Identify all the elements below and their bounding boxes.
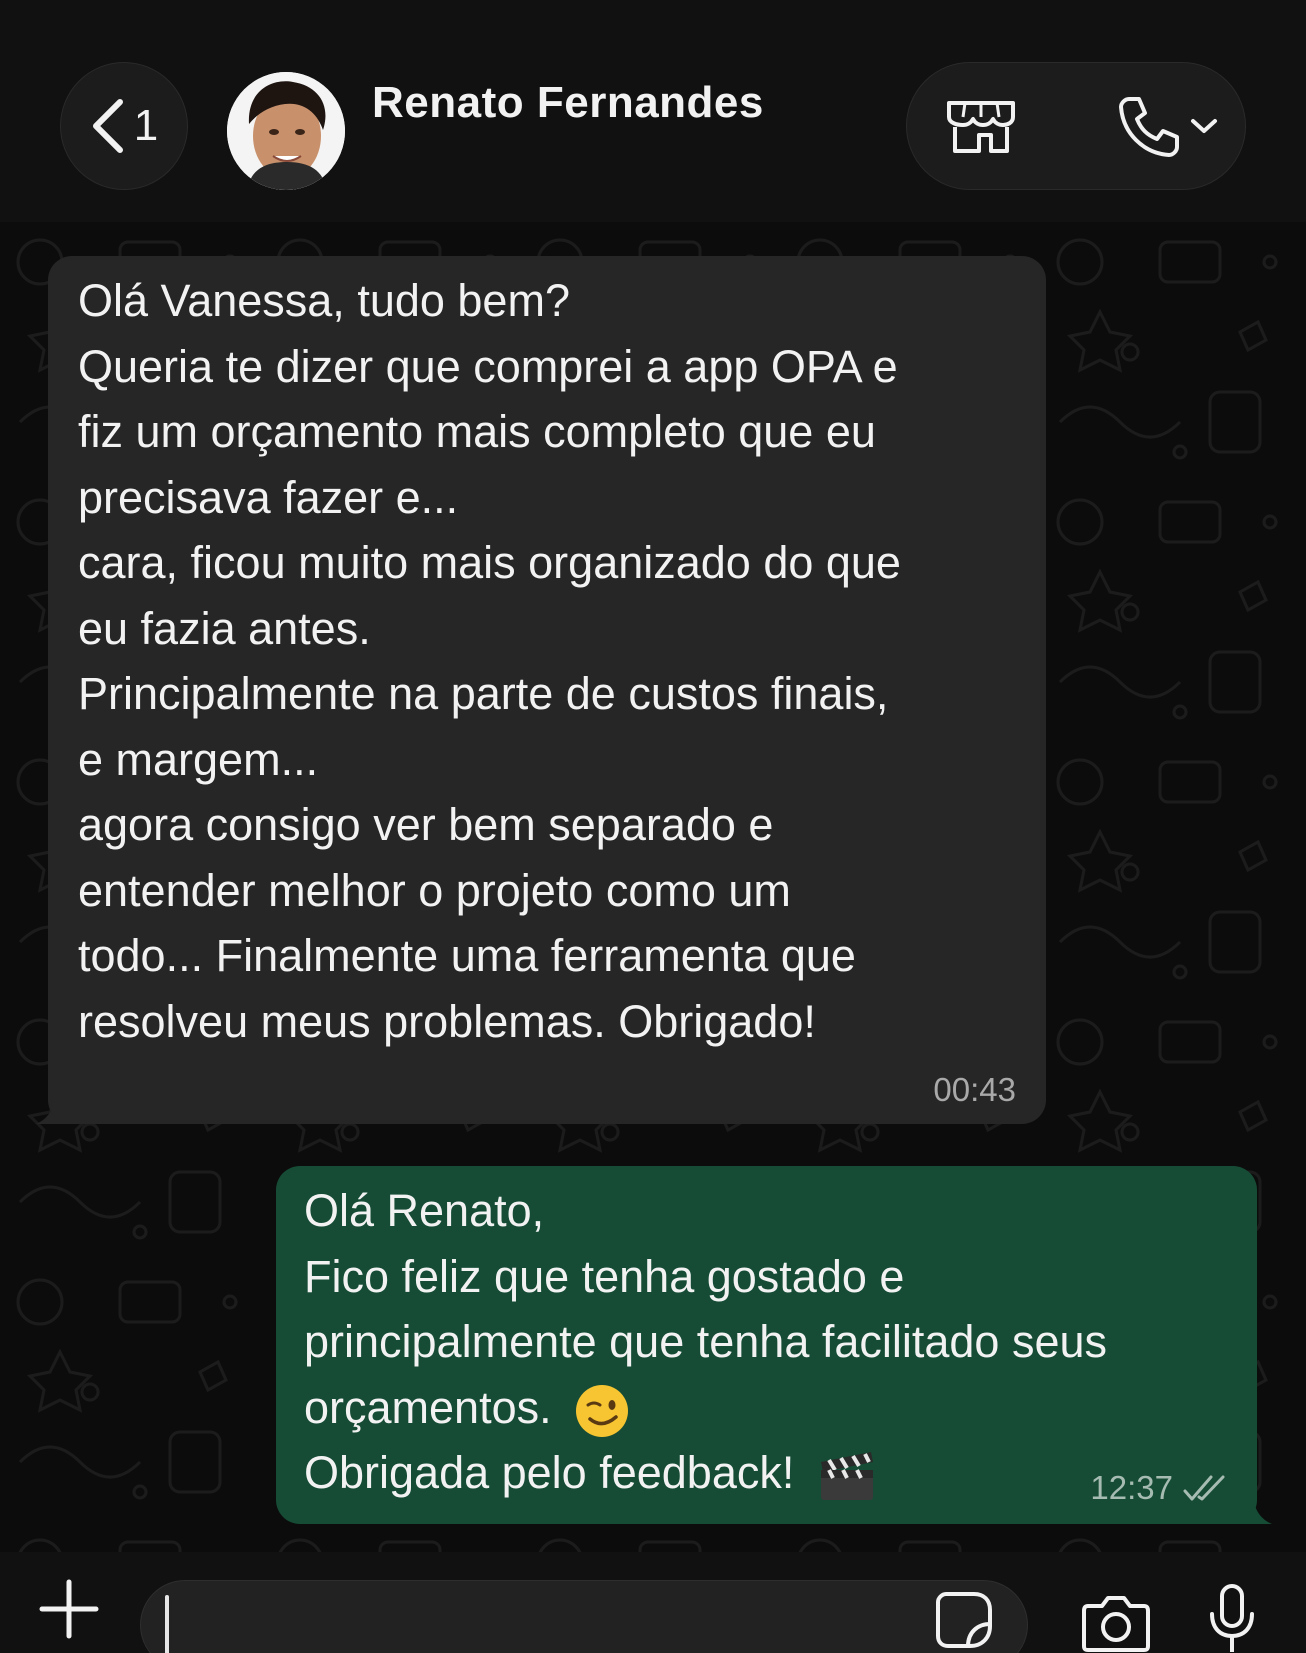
chevron-down-icon[interactable]: [1189, 116, 1219, 136]
phone-icon: [1119, 97, 1179, 157]
avatar-photo: [227, 72, 345, 190]
message-line: resolveu meus problemas. Obrigado!: [78, 995, 816, 1047]
message-line: orçamentos.: [304, 1381, 552, 1433]
message-line: cara, ficou muito mais organizado do que: [78, 537, 901, 588]
chat-screen: 1 Renato Fernandes Olá Vanessa, tudo bem…: [0, 0, 1306, 1653]
message-line-with-emoji: Obrigada pelo feedback!: [304, 1440, 1227, 1506]
message-bubble-incoming[interactable]: Olá Vanessa, tudo bem? Queria te dizer q…: [48, 256, 1046, 1124]
message-line: todo... Finalmente uma ferramenta que: [78, 930, 856, 981]
message-line-with-emoji: orçamentos.: [304, 1375, 1227, 1441]
back-button[interactable]: 1: [60, 62, 188, 190]
message-timestamp: 12:37: [1090, 1469, 1173, 1506]
avatar[interactable]: [227, 72, 345, 190]
message-line: fiz um orçamento mais completo que eu: [78, 406, 876, 457]
message-line: Fico feliz que tenha gostado e: [304, 1250, 905, 1302]
sticker-icon[interactable]: [934, 1590, 994, 1650]
message-line: Olá Vanessa, tudo bem?: [78, 275, 570, 326]
camera-icon[interactable]: [1080, 1592, 1152, 1652]
chat-header: 1 Renato Fernandes: [0, 0, 1306, 222]
message-line: agora consigo ver bem separado e: [78, 799, 774, 850]
header-actions: [906, 62, 1246, 190]
message-line: e margem...: [78, 733, 319, 785]
plus-icon[interactable]: [36, 1576, 102, 1642]
message-bubble-outgoing[interactable]: Olá Renato, Fico feliz que tenha gostado…: [276, 1166, 1257, 1524]
message-timestamp: 00:43: [933, 1071, 1016, 1108]
store-button[interactable]: [945, 93, 1017, 159]
clapper-board-emoji: [820, 1452, 873, 1501]
storefront-icon: [947, 101, 1015, 153]
message-line: precisava fazer e...: [78, 471, 459, 523]
chevron-left-icon: [92, 99, 123, 153]
chat-area[interactable]: Olá Vanessa, tudo bem? Queria te dizer q…: [0, 222, 1306, 1552]
contact-name[interactable]: Renato Fernandes: [372, 78, 764, 128]
message-line: entender melhor o projeto como um: [78, 864, 791, 916]
text-caret: [165, 1595, 169, 1653]
message-meta: 12:37: [1090, 1468, 1229, 1508]
message-line: eu fazia antes.: [78, 602, 371, 654]
message-input[interactable]: [140, 1580, 1028, 1653]
read-double-check-icon: [1183, 1475, 1225, 1501]
unread-count: 1: [133, 101, 159, 150]
message-composer: [0, 1552, 1306, 1653]
message-line: Olá Renato,: [304, 1185, 545, 1236]
call-button[interactable]: [1107, 93, 1227, 159]
winking-face-emoji: [576, 1384, 629, 1437]
message-line: principalmente que tenha facilitado seus: [304, 1316, 1108, 1367]
microphone-icon[interactable]: [1206, 1584, 1258, 1653]
message-line: Obrigada pelo feedback!: [304, 1447, 795, 1498]
message-line: Principalmente na parte de custos finais…: [78, 668, 889, 719]
message-line: Queria te dizer que comprei a app OPA e: [78, 340, 898, 392]
